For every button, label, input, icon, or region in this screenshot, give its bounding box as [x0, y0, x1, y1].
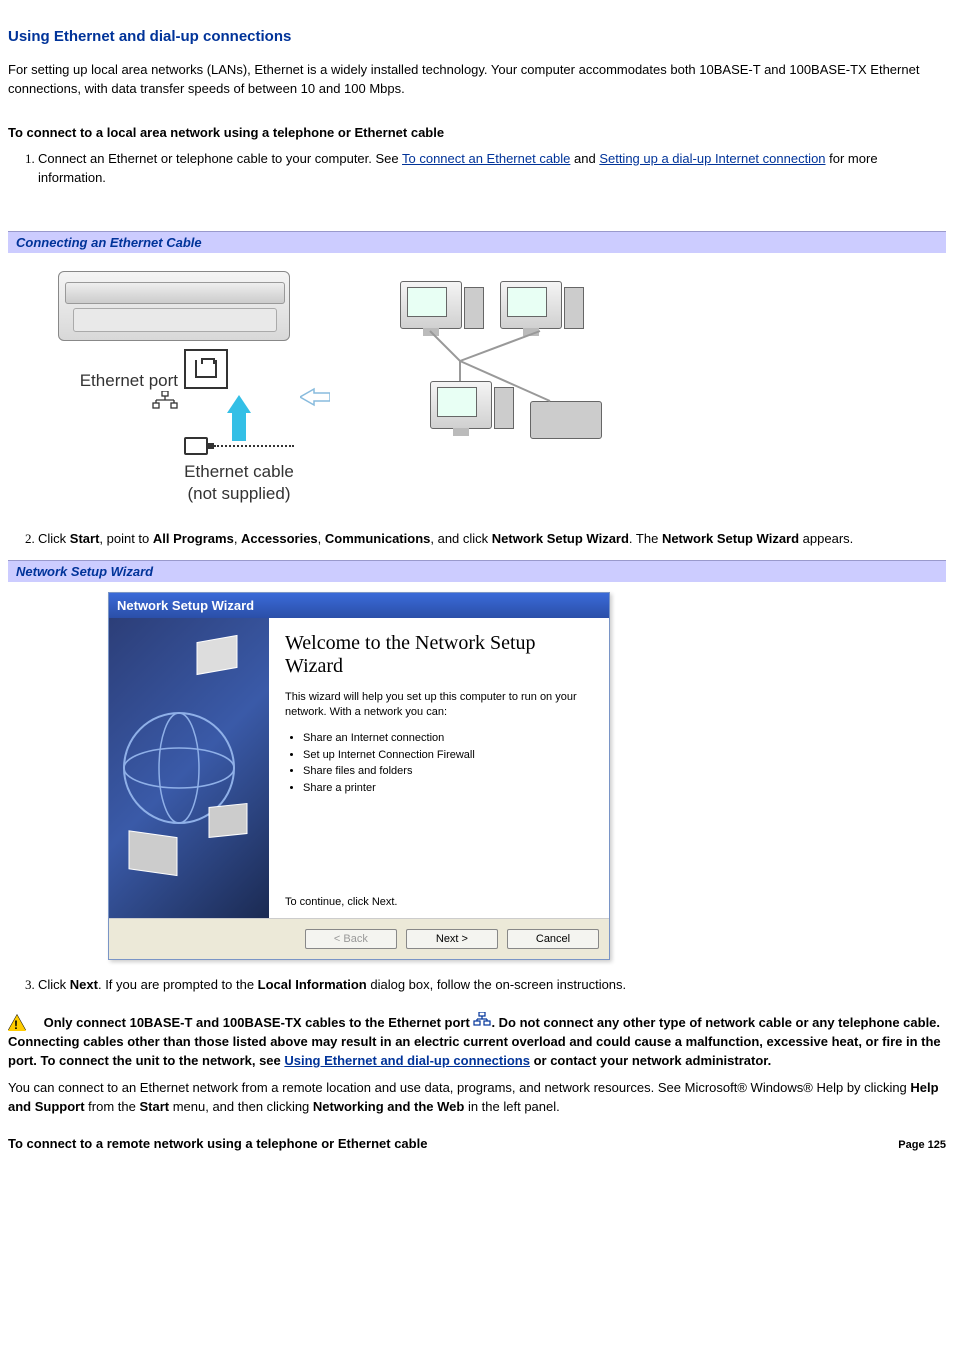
next-button[interactable]: Next > [406, 929, 498, 949]
wizard-button-bar: < Back Next > Cancel [109, 918, 609, 959]
link-connect-ethernet[interactable]: To connect an Ethernet cable [402, 151, 570, 166]
network-icon [152, 392, 178, 414]
wizard-titlebar: Network Setup Wizard [109, 593, 609, 618]
laptop-illustration [58, 271, 290, 341]
remote-paragraph: You can connect to an Ethernet network f… [8, 1079, 946, 1117]
wizard-dialog: Network Setup Wizard Welcome to the Netw… [108, 592, 610, 960]
wizard-heading: Welcome to the Network Setup Wizard [285, 632, 593, 678]
wizard-description: This wizard will help you set up this co… [285, 690, 593, 720]
section-bar-wizard: Network Setup Wizard [8, 560, 946, 582]
wizard-bullet: Share an Internet connection [303, 730, 593, 747]
warning-icon: ! [8, 1015, 26, 1031]
step-1: Connect an Ethernet or telephone cable t… [38, 150, 946, 188]
arrow-left-icon [300, 387, 330, 407]
ethernet-diagram: Ethernet port [8, 253, 946, 523]
link-dialup-setup[interactable]: Setting up a dial-up Internet connection [599, 151, 825, 166]
ethernet-port-icon [184, 349, 228, 389]
warning-paragraph: ! Only connect 10BASE-T and 100BASE-TX c… [8, 1013, 946, 1071]
back-button: < Back [305, 929, 397, 949]
wizard-bullet: Share files and folders [303, 763, 593, 780]
arrow-up-icon [227, 395, 251, 413]
network-illustration [380, 281, 610, 451]
wizard-bullet: Set up Internet Connection Firewall [303, 747, 593, 764]
page-number: Page 125 [898, 1139, 946, 1151]
cancel-button[interactable]: Cancel [507, 929, 599, 949]
wizard-sidebar-image [109, 618, 269, 918]
step-3: Click Next. If you are prompted to the L… [38, 976, 946, 995]
subhead-lan: To connect to a local area network using… [8, 125, 946, 140]
ethernet-cable-caption: Ethernet cable (not supplied) [184, 461, 294, 505]
wizard-bullet-list: Share an Internet connection Set up Inte… [291, 730, 593, 796]
cable-dotted-line [214, 445, 294, 447]
step-2: Click Start, point to All Programs, Acce… [38, 530, 946, 549]
page-title: Using Ethernet and dial-up connections [8, 28, 946, 45]
step1-text-mid: and [570, 151, 599, 166]
intro-paragraph: For setting up local area networks (LANs… [8, 61, 946, 99]
ethernet-port-label: Ethernet port [58, 345, 178, 415]
plug-icon [184, 437, 208, 455]
ethernet-port-glyph-icon [473, 1012, 491, 1032]
link-ethernet-dialup[interactable]: Using Ethernet and dial-up connections [284, 1053, 530, 1068]
wizard-bullet: Share a printer [303, 780, 593, 797]
subhead-remote: To connect to a remote network using a t… [8, 1136, 427, 1151]
step1-text-pre: Connect an Ethernet or telephone cable t… [38, 151, 402, 166]
wizard-continue-text: To continue, click Next. [285, 856, 593, 908]
section-bar-ethernet: Connecting an Ethernet Cable [8, 231, 946, 253]
